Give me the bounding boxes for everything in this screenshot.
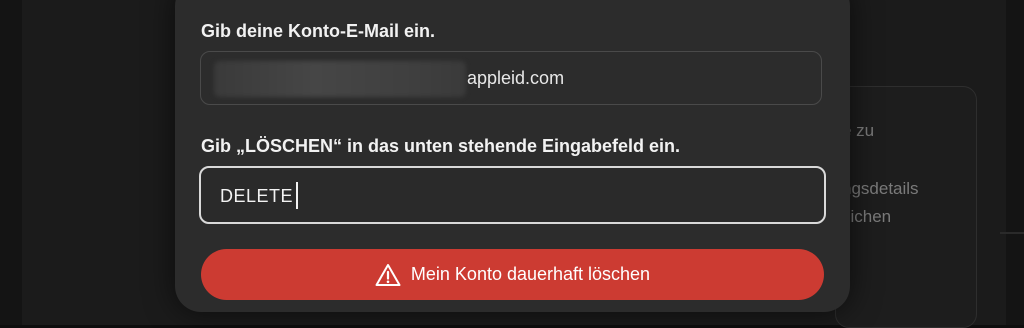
background-divider xyxy=(1000,232,1024,234)
text-caret xyxy=(296,182,298,209)
delete-account-button[interactable]: Mein Konto dauerhaft löschen xyxy=(201,249,824,300)
background-info-card: e zu ngsdetails tlichen xyxy=(835,86,977,328)
warning-triangle-icon xyxy=(375,263,401,287)
background-card-text: ngsdetails xyxy=(842,179,919,198)
delete-confirmation-value: DELETE xyxy=(220,186,294,206)
email-domain-text: appleid.com xyxy=(467,68,565,88)
background-edge-left xyxy=(0,0,22,325)
redacted-email-text xyxy=(214,61,466,97)
email-label: Gib deine Konto-E-Mail ein. xyxy=(201,21,435,41)
delete-confirmation-input[interactable] xyxy=(199,166,826,224)
delete-account-button-label: Mein Konto dauerhaft löschen xyxy=(410,264,651,284)
background-edge-right xyxy=(1006,0,1024,325)
delete-confirmation-label: Gib „LÖSCHEN“ in das unten stehende Eing… xyxy=(201,136,681,156)
